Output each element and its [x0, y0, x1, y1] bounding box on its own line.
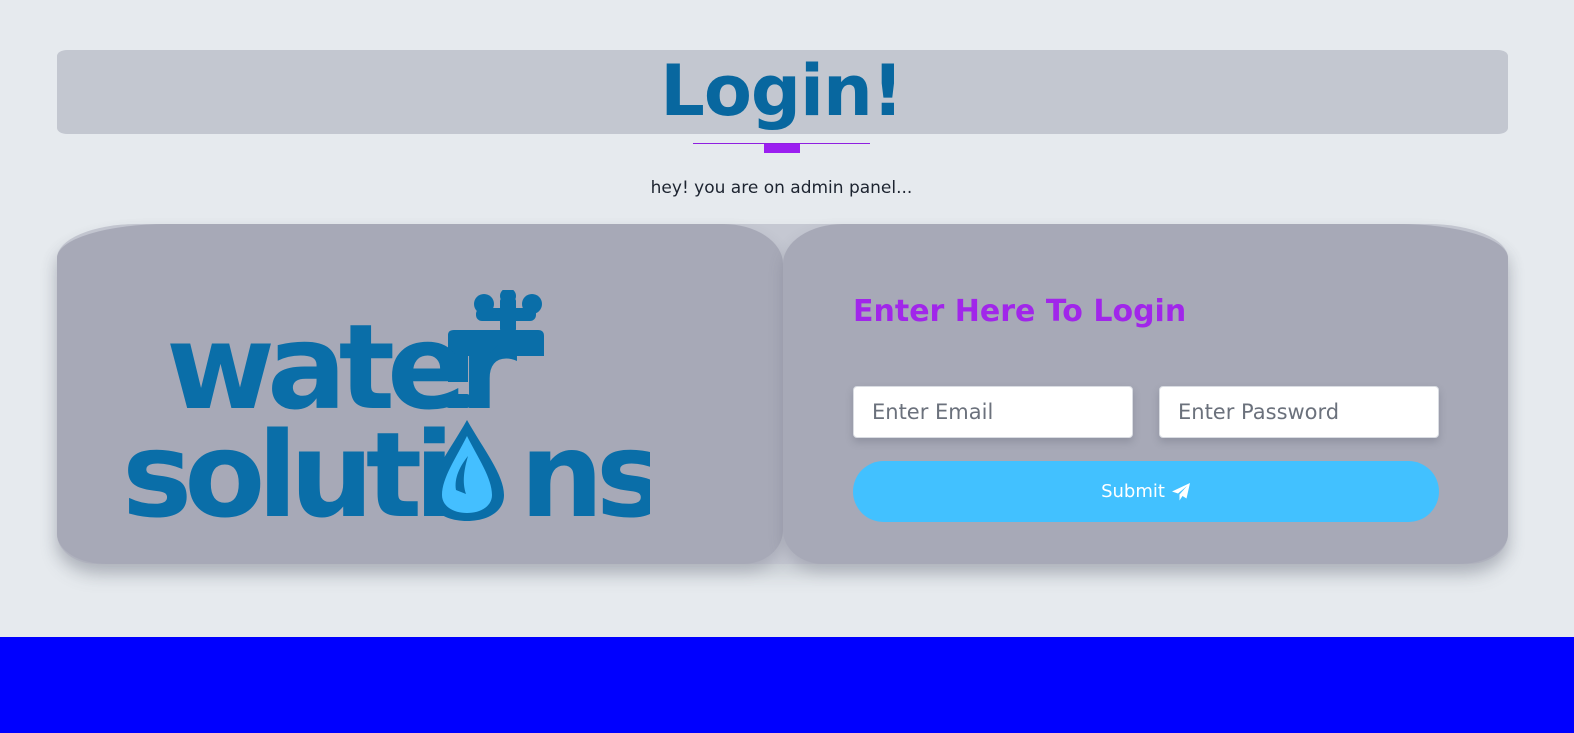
email-input[interactable]	[853, 386, 1133, 438]
title-underline-accent	[764, 144, 800, 153]
footer-bar	[0, 637, 1574, 733]
page-title: Login!	[660, 50, 904, 132]
password-input[interactable]	[1159, 386, 1439, 438]
login-heading: Enter Here To Login	[853, 294, 1187, 329]
submit-button[interactable]: Submit	[853, 461, 1439, 522]
submit-label: Submit	[1101, 481, 1165, 502]
water-solutions-logo: water solutions	[122, 290, 650, 525]
logo-word-solutions: solutions	[122, 406, 650, 525]
page-subtitle: hey! you are on admin panel...	[650, 178, 913, 198]
login-page: Login! hey! you are on admin panel... wa…	[0, 0, 1574, 733]
paper-plane-icon	[1171, 482, 1190, 500]
